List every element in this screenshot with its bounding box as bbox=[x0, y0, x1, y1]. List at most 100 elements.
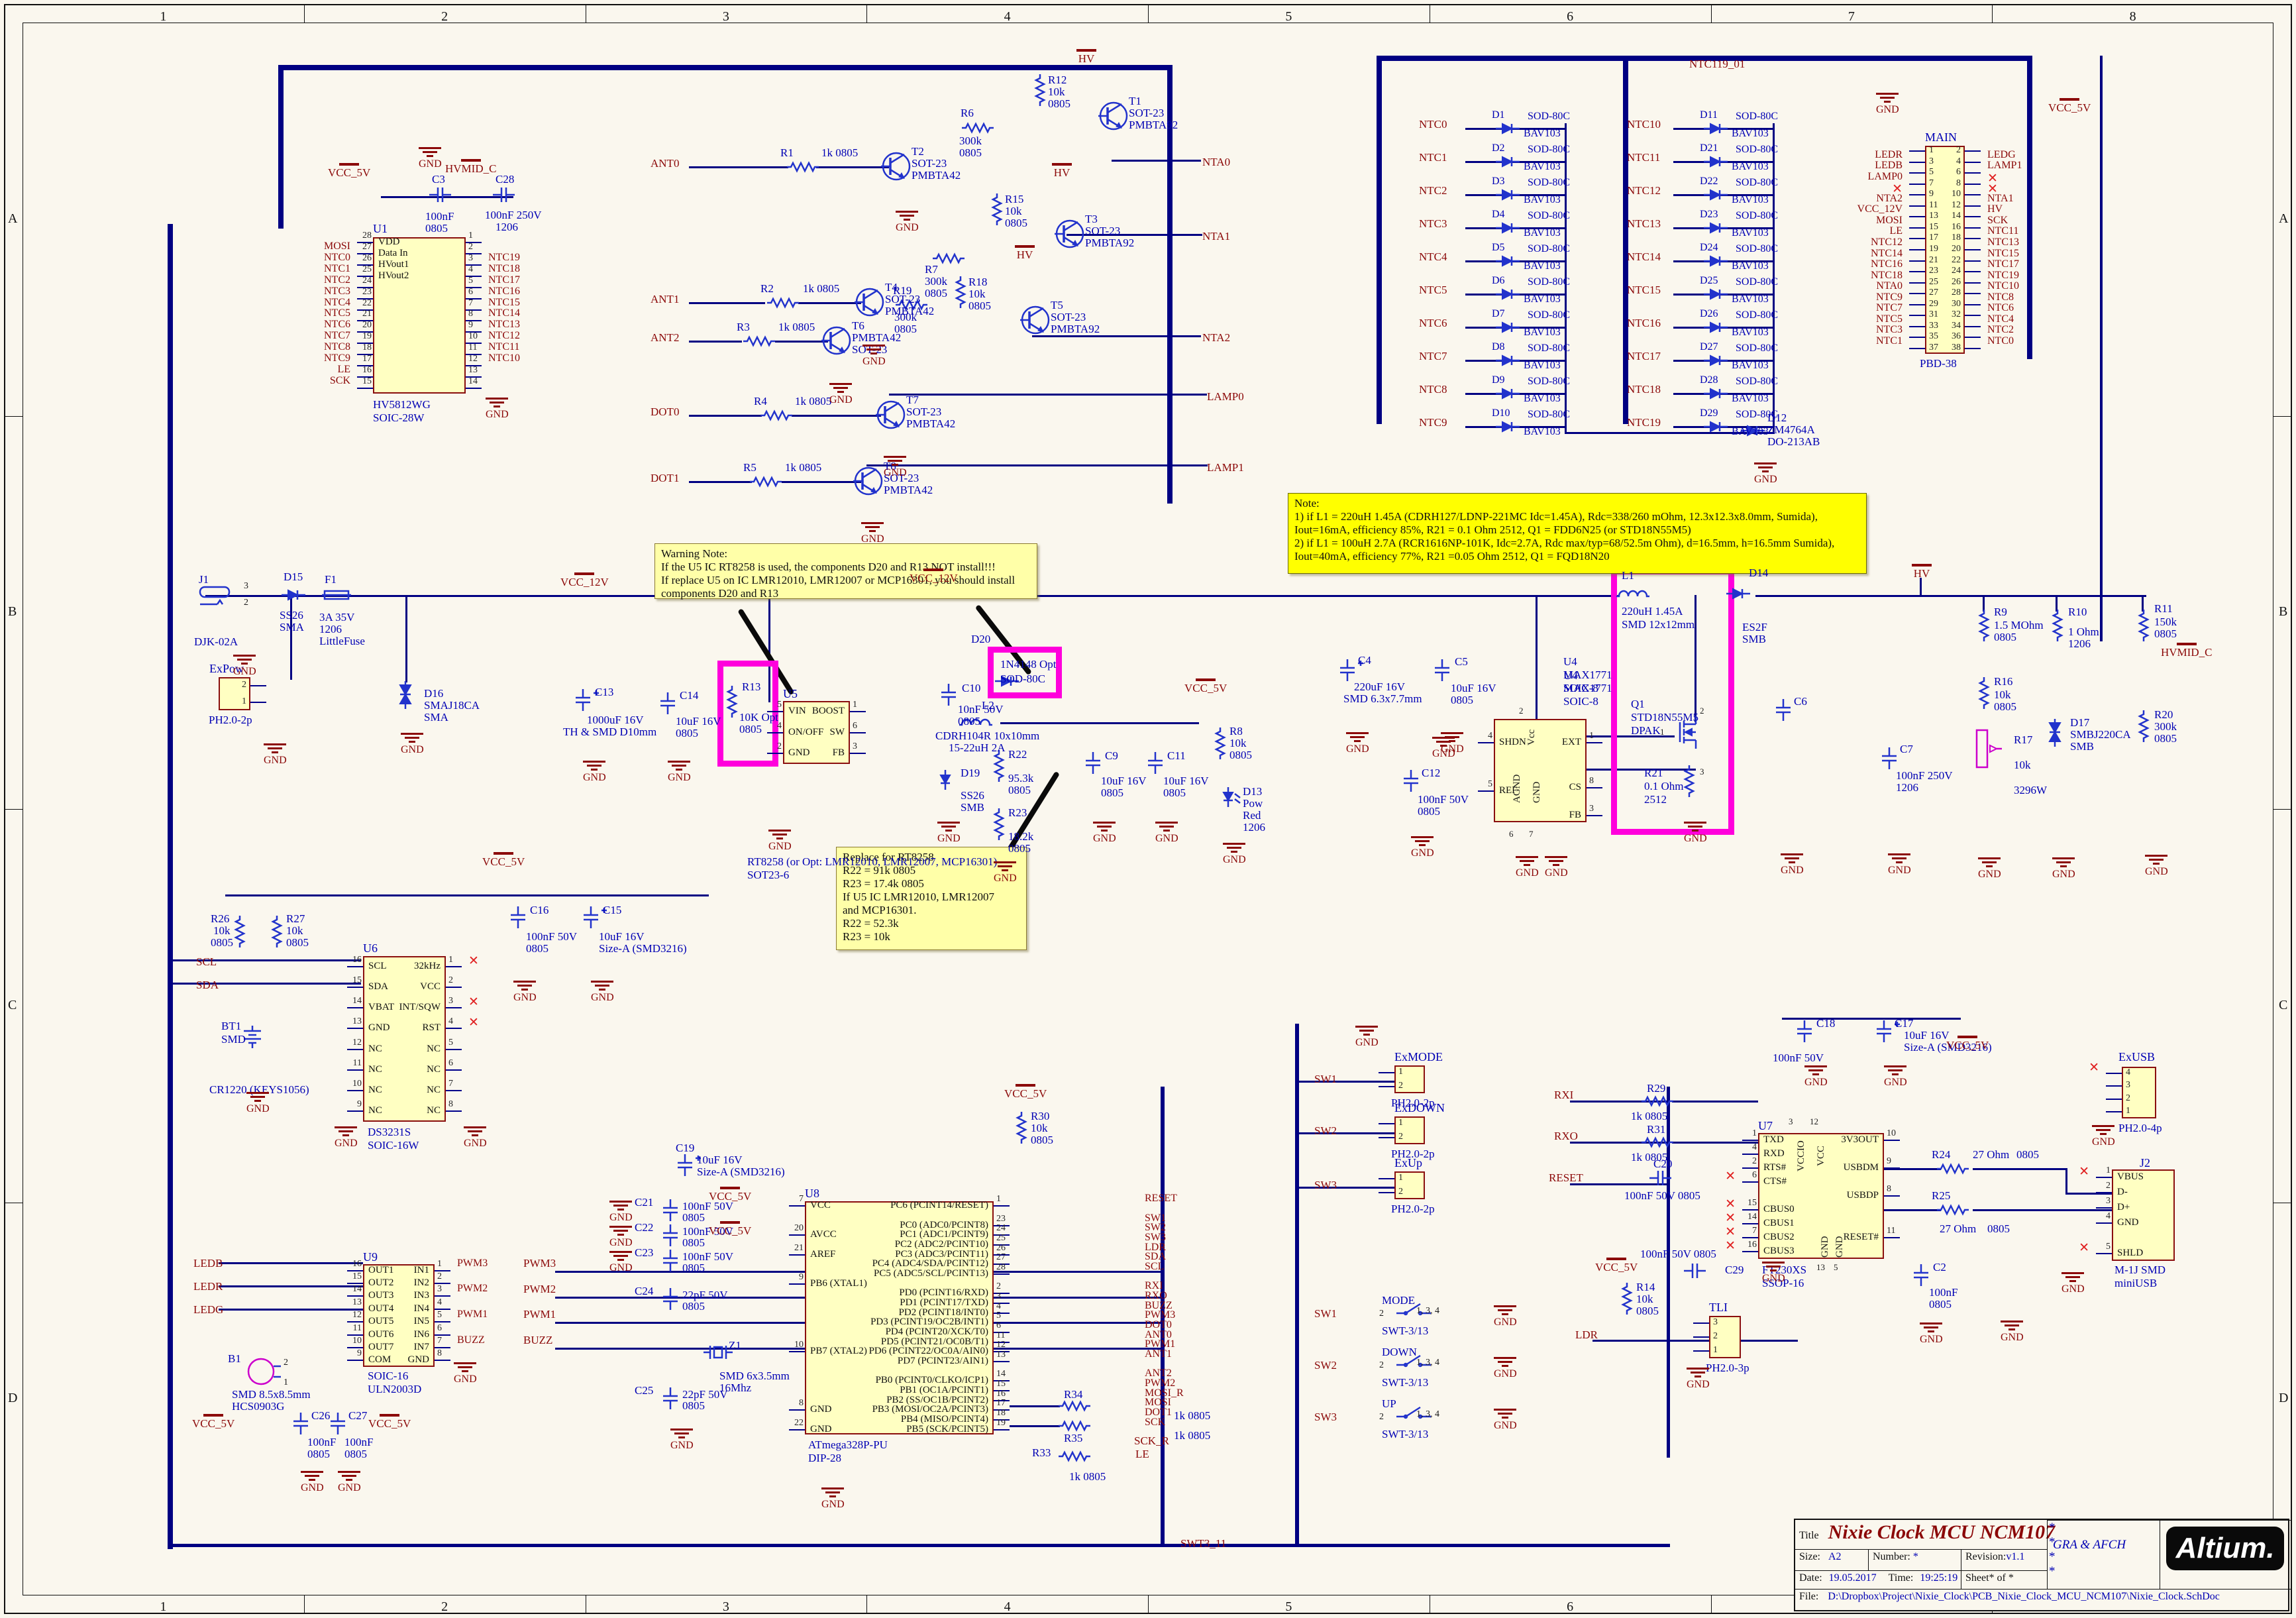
net-label-NTC16: NTC16 bbox=[488, 286, 520, 297]
pin-stub bbox=[1379, 1137, 1394, 1138]
pin-stub bbox=[1909, 184, 1925, 185]
no-connect-mark: ✕ bbox=[1944, 1240, 2089, 1256]
label-b1: B1 bbox=[228, 1353, 241, 1365]
pin-name-RXD: RXD bbox=[1763, 1148, 1785, 1160]
pin-number: 9 bbox=[1887, 1156, 1891, 1167]
label-c15: C15 bbox=[603, 904, 621, 916]
pkg-D9: SOD-80C bbox=[1528, 376, 1570, 388]
label-dot1: DOT1 bbox=[651, 472, 679, 484]
pin-name-D-: D- bbox=[2117, 1187, 2128, 1198]
sheet-title: Nixie Clock MCU NCM107 bbox=[1828, 1521, 2056, 1543]
pin-number: 3 bbox=[1929, 156, 1934, 167]
note-0[interactable]: Warning Note:If the U5 IC RT8258 is used… bbox=[654, 543, 1037, 599]
pin-number: 11 bbox=[468, 343, 477, 353]
wire-segment bbox=[278, 65, 284, 229]
part-D2: BAV103 bbox=[1524, 162, 1561, 173]
pin-stub bbox=[1909, 293, 1925, 294]
pin-stub bbox=[1965, 184, 1981, 185]
gnd-symbol: GND bbox=[264, 743, 286, 767]
label-0805: 0805 bbox=[1008, 784, 1031, 796]
pin-number: 2 bbox=[468, 242, 473, 252]
pin-stub bbox=[446, 1069, 462, 1071]
pin-name-3V3OUT: 3V3OUT bbox=[1841, 1134, 1879, 1146]
frame-tick bbox=[866, 1595, 867, 1614]
pkg-D2: SOD-80C bbox=[1528, 144, 1570, 156]
pin-stub bbox=[789, 1205, 805, 1207]
net-label-NTC7: NTC7 bbox=[1757, 302, 1903, 314]
label-lamp0: LAMP0 bbox=[1207, 391, 1244, 403]
pkg-D5: SOD-80C bbox=[1528, 244, 1570, 255]
ref-D3: D3 bbox=[1492, 176, 1505, 188]
pin-number: 8 bbox=[788, 1398, 804, 1409]
part-T4: PMBTA42 bbox=[885, 305, 934, 317]
pin-number: 4 bbox=[468, 264, 473, 275]
net-label-NTC12: NTC12 bbox=[1627, 185, 1661, 197]
pkg-T2: SOT-23 bbox=[912, 158, 947, 170]
pin-number: 2 bbox=[996, 1281, 1001, 1292]
ref-U1: U1 bbox=[373, 223, 388, 235]
note-1[interactable]: Note:1) if L1 = 220uH 1.45A (CDRH127/LDN… bbox=[1288, 493, 1867, 574]
label-r4: R4 bbox=[754, 396, 767, 407]
ref-D8: D8 bbox=[1492, 342, 1505, 353]
pin-name-OUT3: OUT3 bbox=[368, 1290, 393, 1301]
label-100nf: 100nF bbox=[307, 1436, 336, 1448]
pin-stub bbox=[1742, 1181, 1758, 1183]
label-1k-0805: 1k 0805 bbox=[795, 396, 831, 407]
pin-number: 6 bbox=[1949, 167, 1961, 178]
pin-stub bbox=[1965, 260, 1981, 262]
label-c2: C2 bbox=[1933, 1262, 1946, 1273]
ref-D27: D27 bbox=[1700, 342, 1718, 353]
net-label-NTC18: NTC18 bbox=[488, 263, 520, 275]
label-c24: C24 bbox=[635, 1285, 653, 1297]
label-0805: 0805 bbox=[344, 1448, 367, 1460]
pin-number: 11 bbox=[346, 1323, 362, 1334]
label-r5: R5 bbox=[743, 462, 757, 474]
pin-stub bbox=[2096, 1222, 2112, 1224]
label-es2f: ES2F bbox=[1742, 621, 1767, 633]
label-c20: C20 bbox=[1653, 1158, 1672, 1170]
label-100nf: 100nF bbox=[1929, 1287, 1957, 1299]
label-r16: R16 bbox=[1994, 676, 2012, 688]
pin-stub bbox=[347, 966, 363, 967]
gnd-symbol: GND bbox=[338, 1471, 360, 1494]
pin-name-VBAT: VBAT bbox=[368, 1002, 394, 1013]
pin-stub bbox=[1587, 787, 1602, 788]
pin-stub bbox=[2096, 1253, 2112, 1254]
label-d19: D19 bbox=[961, 767, 980, 779]
ic-u4[interactable] bbox=[1494, 719, 1587, 822]
ref-ExUp: ExUp bbox=[1394, 1157, 1422, 1169]
pin-stub bbox=[1884, 1195, 1900, 1197]
label-r6: R6 bbox=[961, 107, 974, 119]
part-U6-1: SOIC-16W bbox=[368, 1140, 419, 1152]
label-smbj220ca: SMBJ220CA bbox=[2070, 729, 2131, 741]
pin-number: 21 bbox=[788, 1243, 804, 1254]
gnd-symbol: GND bbox=[583, 761, 605, 784]
label-littlefuse: LittleFuse bbox=[319, 635, 365, 647]
pin-stub bbox=[1478, 790, 1494, 792]
pin-number: 22 bbox=[356, 298, 372, 309]
net-label-NTC19: NTC19 bbox=[1627, 417, 1661, 429]
label-0805: 0805 bbox=[211, 937, 233, 949]
net-label-NTC15: NTC15 bbox=[1987, 248, 2019, 260]
frame-row-D-left: D bbox=[8, 1391, 17, 1406]
gnd-symbol: GND bbox=[513, 981, 536, 1004]
gnd-symbol: GND bbox=[1494, 1409, 1516, 1432]
wire-segment bbox=[792, 415, 881, 417]
wire-segment bbox=[689, 481, 752, 483]
label-0805: 0805 bbox=[2154, 628, 2177, 640]
pin-stub bbox=[446, 1049, 462, 1050]
label-100nf: 100nF bbox=[425, 211, 454, 223]
pin-stub bbox=[2106, 1099, 2122, 1100]
label-c5: C5 bbox=[1455, 656, 1468, 668]
part-D7: BAV103 bbox=[1524, 327, 1561, 339]
pin-stub bbox=[789, 1351, 805, 1352]
label-smd: SMD bbox=[221, 1034, 246, 1046]
net-label-NTC15: NTC15 bbox=[488, 297, 520, 309]
label-2: 2 bbox=[1379, 1361, 1384, 1371]
gnd-symbol: GND bbox=[2145, 855, 2167, 878]
ref-D24: D24 bbox=[1700, 243, 1718, 254]
label-0-1-ohm: 0.1 Ohm bbox=[1644, 781, 1684, 792]
ref-D25: D25 bbox=[1700, 276, 1718, 287]
ref-D2: D2 bbox=[1492, 143, 1505, 154]
gnd-symbol: GND bbox=[1355, 1026, 1378, 1049]
